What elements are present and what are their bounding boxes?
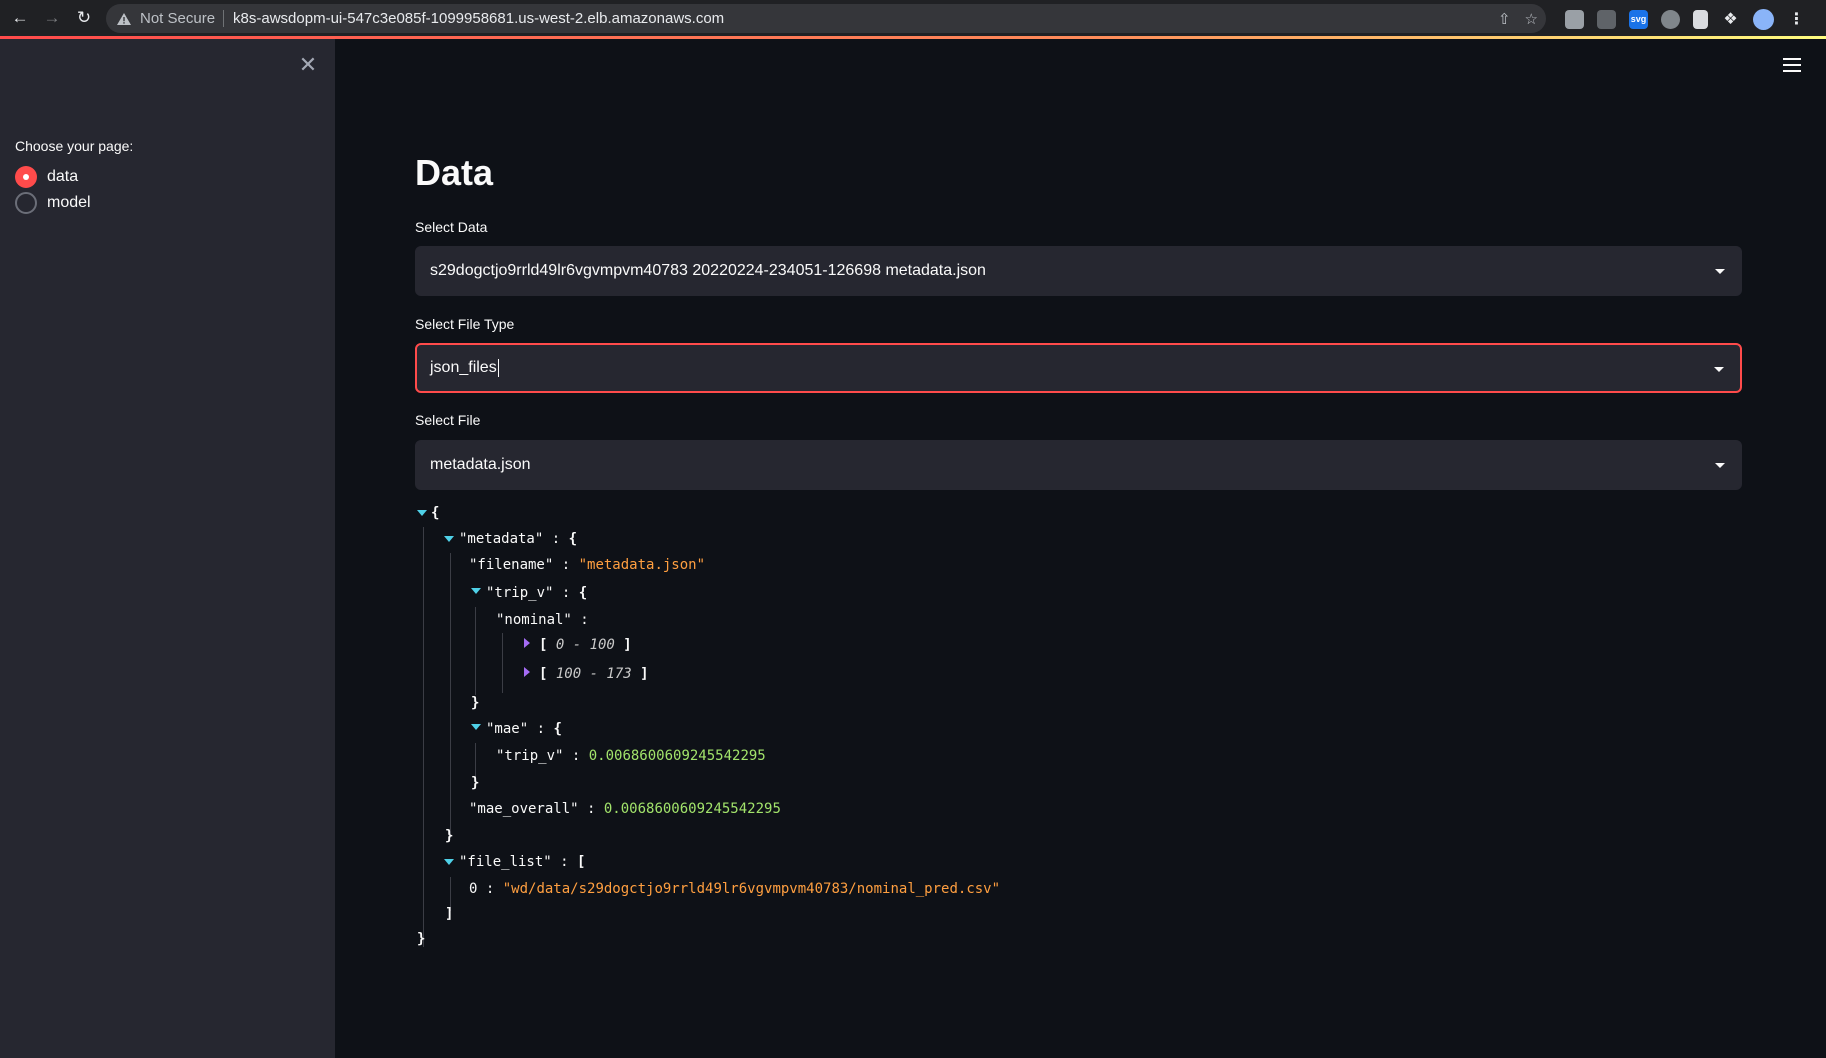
radio-label: model [47, 194, 91, 211]
page-choice-label: Choose your page: [15, 138, 134, 154]
select-file-dropdown[interactable]: metadata.json [415, 440, 1742, 490]
indent-guide [475, 607, 476, 695]
cast-icon[interactable] [1565, 9, 1584, 29]
radio-label: data [47, 168, 79, 185]
collapse-toggle-icon[interactable] [444, 859, 454, 865]
bookmark-star-icon[interactable]: ☆ [1525, 10, 1538, 28]
expand-toggle-icon[interactable] [524, 667, 530, 677]
page-title: Data [415, 152, 494, 193]
select-data-label: Select Data [415, 219, 488, 235]
indent-guide [475, 743, 476, 779]
radio-unselected-icon[interactable] [15, 192, 37, 214]
ext-tile-icon[interactable] [1597, 9, 1616, 29]
json-value-mae-trip-v: 0.0068600609245542295 [588, 748, 766, 764]
collapse-toggle-icon[interactable] [471, 724, 481, 730]
address-bar[interactable]: Not Secure k8s-awsdopm-ui-547c3e085f-109… [106, 4, 1546, 33]
puzzle-icon[interactable]: ❖ [1721, 10, 1740, 29]
json-range-1[interactable]: 0 - 100 [556, 637, 615, 653]
share-icon[interactable]: ⇧ [1498, 10, 1511, 28]
profile-avatar[interactable] [1753, 8, 1774, 30]
extensions-bar: svg ❖ ⋮ [1565, 5, 1806, 33]
chevron-down-icon [1715, 269, 1725, 274]
json-close-bracket: ] [445, 906, 454, 922]
indent-guide [423, 527, 424, 947]
json-key-metadata: "metadata" [459, 531, 544, 547]
indent-guide [502, 633, 503, 693]
json-value-mae-overall: 0.0068600609245542295 [603, 801, 781, 817]
json-key-mae-overall: "mae_overall" [469, 801, 579, 817]
browser-toolbar: ← → ↻ Not Secure k8s-awsdopm-ui-547c3e08… [0, 0, 1826, 37]
json-key-mae-trip-v: "trip_v" [496, 748, 564, 764]
json-range-2[interactable]: 100 - 173 [556, 666, 632, 682]
close-icon[interactable]: ✕ [296, 53, 320, 77]
chevron-down-icon [1715, 463, 1725, 468]
security-label[interactable]: Not Secure [140, 10, 225, 27]
select-file-type-value: json_files [430, 359, 497, 376]
text-cursor [497, 359, 499, 377]
sidebar: ✕ Choose your page: data model [0, 39, 335, 1058]
hamburger-menu-icon[interactable] [1781, 54, 1803, 78]
radio-selected-icon[interactable] [15, 166, 37, 188]
radio-option-data[interactable]: data [15, 166, 78, 188]
radio-option-model[interactable]: model [15, 192, 91, 214]
collapse-toggle-icon[interactable] [471, 588, 481, 594]
json-key-mae: "mae" [486, 721, 529, 737]
json-close-brace: } [471, 775, 480, 791]
kebab-menu-icon[interactable]: ⋮ [1787, 10, 1806, 29]
select-data-dropdown[interactable]: s29dogctjo9rrld49lr6vgvmpvm40783 2022022… [415, 246, 1742, 296]
select-data-value: s29dogctjo9rrld49lr6vgvmpvm40783 2022022… [430, 262, 986, 279]
warning-icon [117, 12, 131, 25]
reload-icon[interactable]: ↻ [69, 3, 99, 33]
json-key-trip-v: "trip_v" [486, 585, 554, 601]
select-file-label: Select File [415, 412, 481, 428]
json-key-filename: "filename" [469, 557, 554, 573]
ext-gear-icon[interactable] [1661, 9, 1680, 29]
forward-icon[interactable]: → [37, 3, 67, 33]
back-icon[interactable]: ← [5, 3, 35, 33]
chevron-down-icon [1714, 367, 1724, 372]
svg-ext-icon[interactable]: svg [1629, 9, 1648, 29]
ext-doc-icon[interactable] [1693, 9, 1708, 29]
select-file-value: metadata.json [430, 456, 531, 473]
json-key-file-list: "file_list" [459, 854, 552, 870]
url-text[interactable]: k8s-awsdopm-ui-547c3e085f-1099958681.us-… [224, 10, 724, 27]
json-value-file-path: "wd/data/s29dogctjo9rrld49lr6vgvmpvm4078… [502, 881, 1001, 897]
json-close-brace: } [471, 695, 480, 711]
json-open-brace: { [431, 505, 440, 521]
select-file-type-label: Select File Type [415, 316, 515, 332]
select-file-type-dropdown[interactable]: json_files [415, 343, 1742, 393]
json-index: 0 [469, 881, 478, 897]
indent-guide [450, 553, 451, 838]
expand-toggle-icon[interactable] [524, 638, 530, 648]
json-close-brace: } [445, 828, 454, 844]
collapse-toggle-icon[interactable] [444, 536, 454, 542]
json-close-brace: } [417, 931, 426, 947]
json-key-nominal: "nominal" [496, 612, 572, 628]
collapse-toggle-icon[interactable] [417, 510, 427, 516]
json-value-filename: "metadata.json" [578, 557, 706, 573]
